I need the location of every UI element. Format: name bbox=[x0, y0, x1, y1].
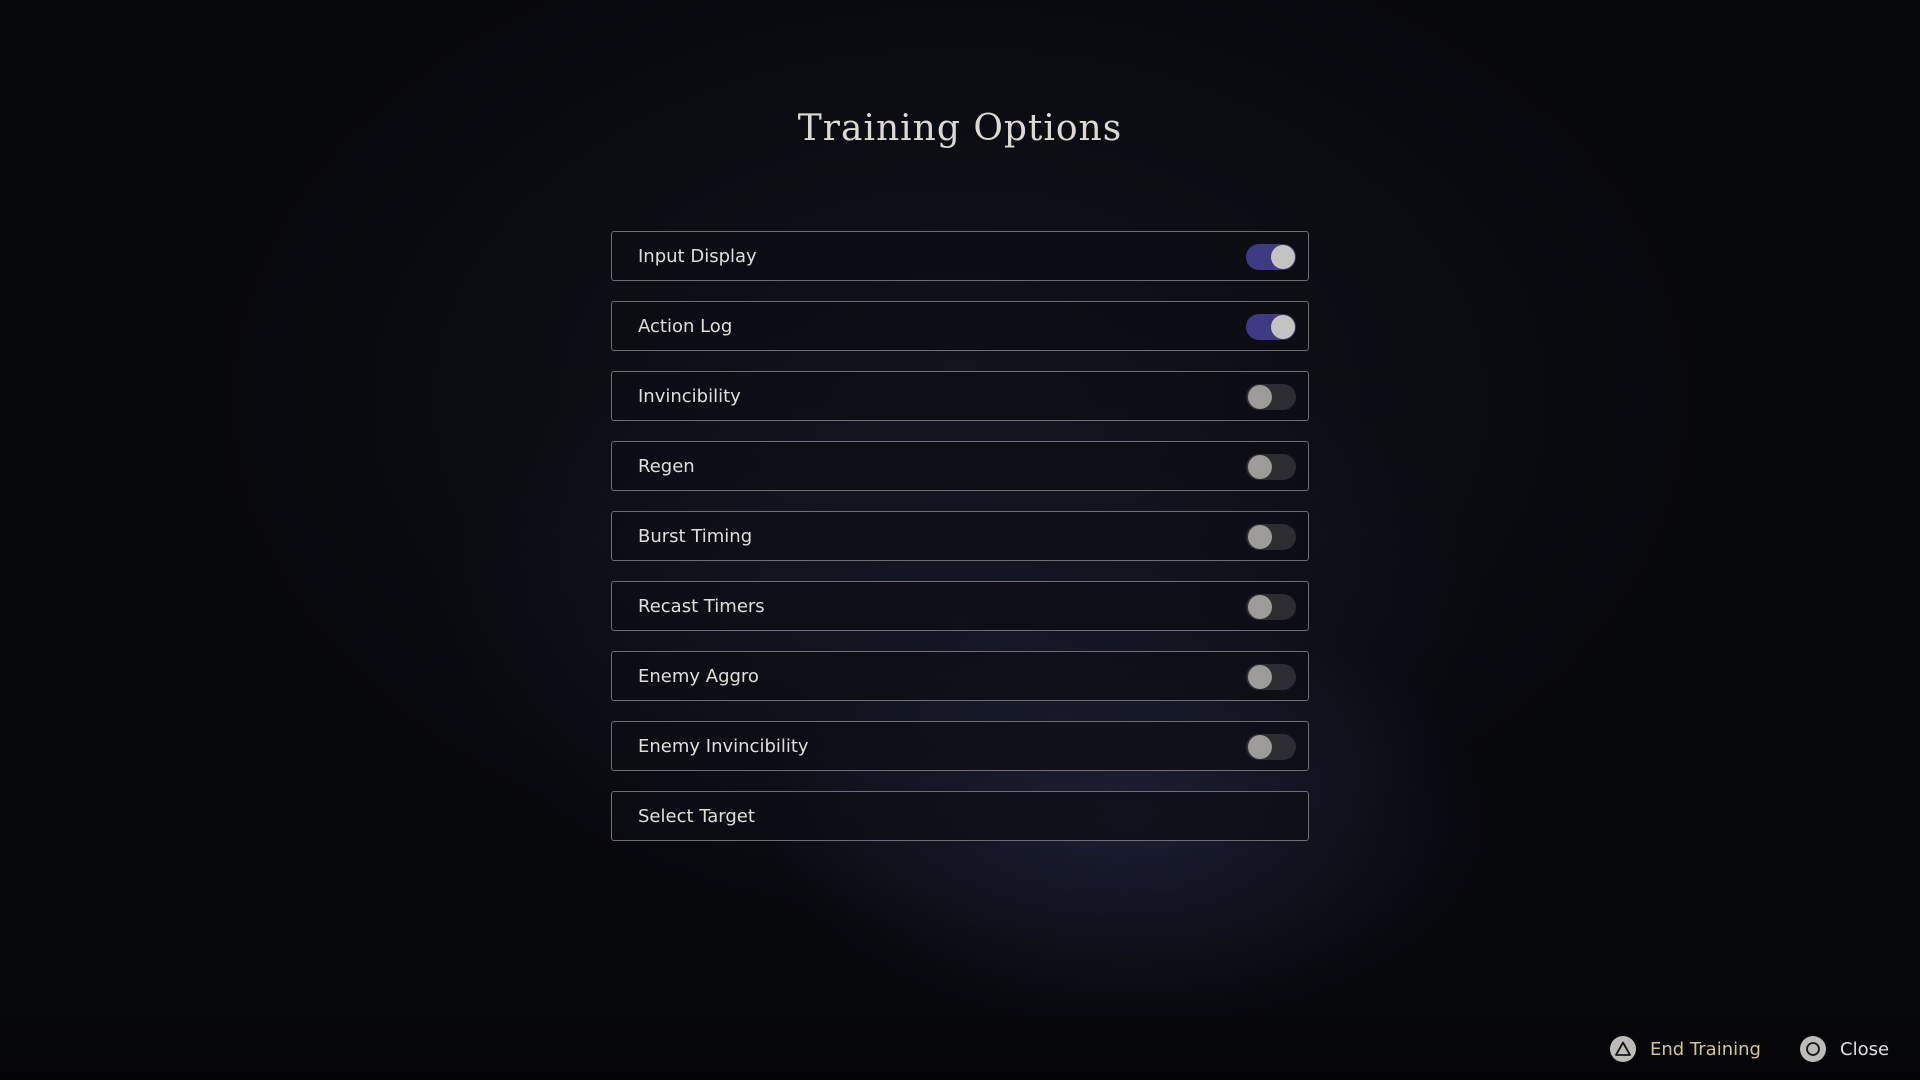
option-label: Select Target bbox=[638, 805, 755, 827]
option-label: Enemy Aggro bbox=[638, 665, 759, 687]
footer-bar: End Training Close bbox=[0, 1016, 1920, 1080]
option-enemy-aggro[interactable]: Enemy Aggro bbox=[611, 651, 1309, 701]
toggle-switch[interactable] bbox=[1246, 244, 1296, 270]
toggle-knob bbox=[1248, 525, 1272, 549]
toggle-switch[interactable] bbox=[1246, 314, 1296, 340]
page-title: Training Options bbox=[797, 108, 1123, 149]
circle-button-icon bbox=[1800, 1036, 1826, 1062]
close-label: Close bbox=[1840, 1038, 1890, 1060]
options-list: Input Display Action Log Invincibility R… bbox=[611, 231, 1309, 861]
option-invincibility[interactable]: Invincibility bbox=[611, 371, 1309, 421]
toggle-switch[interactable] bbox=[1246, 594, 1296, 620]
toggle-switch[interactable] bbox=[1246, 734, 1296, 760]
option-label: Action Log bbox=[638, 315, 733, 337]
option-input-display[interactable]: Input Display bbox=[611, 231, 1309, 281]
option-burst-timing[interactable]: Burst Timing bbox=[611, 511, 1309, 561]
option-regen[interactable]: Regen bbox=[611, 441, 1309, 491]
training-options-screen: Training Options Input Display Action Lo… bbox=[0, 0, 1920, 1080]
toggle-switch[interactable] bbox=[1246, 524, 1296, 550]
toggle-knob bbox=[1248, 595, 1272, 619]
option-label: Recast Timers bbox=[638, 595, 765, 617]
option-enemy-invincibility[interactable]: Enemy Invincibility bbox=[611, 721, 1309, 771]
end-training-button[interactable]: End Training bbox=[1610, 1036, 1761, 1062]
toggle-knob bbox=[1271, 245, 1295, 269]
end-training-label: End Training bbox=[1650, 1038, 1761, 1060]
toggle-knob bbox=[1248, 735, 1272, 759]
toggle-knob bbox=[1248, 385, 1272, 409]
toggle-switch[interactable] bbox=[1246, 454, 1296, 480]
option-label: Regen bbox=[638, 455, 695, 477]
toggle-knob bbox=[1248, 455, 1272, 479]
toggle-knob bbox=[1271, 315, 1295, 339]
option-label: Burst Timing bbox=[638, 525, 753, 547]
close-button[interactable]: Close bbox=[1800, 1036, 1889, 1062]
toggle-switch[interactable] bbox=[1246, 664, 1296, 690]
option-action-log[interactable]: Action Log bbox=[611, 301, 1309, 351]
option-recast-timers[interactable]: Recast Timers bbox=[611, 581, 1309, 631]
option-select-target[interactable]: Select Target bbox=[611, 791, 1309, 841]
option-label: Invincibility bbox=[638, 385, 741, 407]
triangle-button-icon bbox=[1610, 1036, 1636, 1062]
option-label: Enemy Invincibility bbox=[638, 735, 809, 757]
toggle-switch[interactable] bbox=[1246, 384, 1296, 410]
toggle-knob bbox=[1248, 665, 1272, 689]
option-label: Input Display bbox=[638, 245, 757, 267]
